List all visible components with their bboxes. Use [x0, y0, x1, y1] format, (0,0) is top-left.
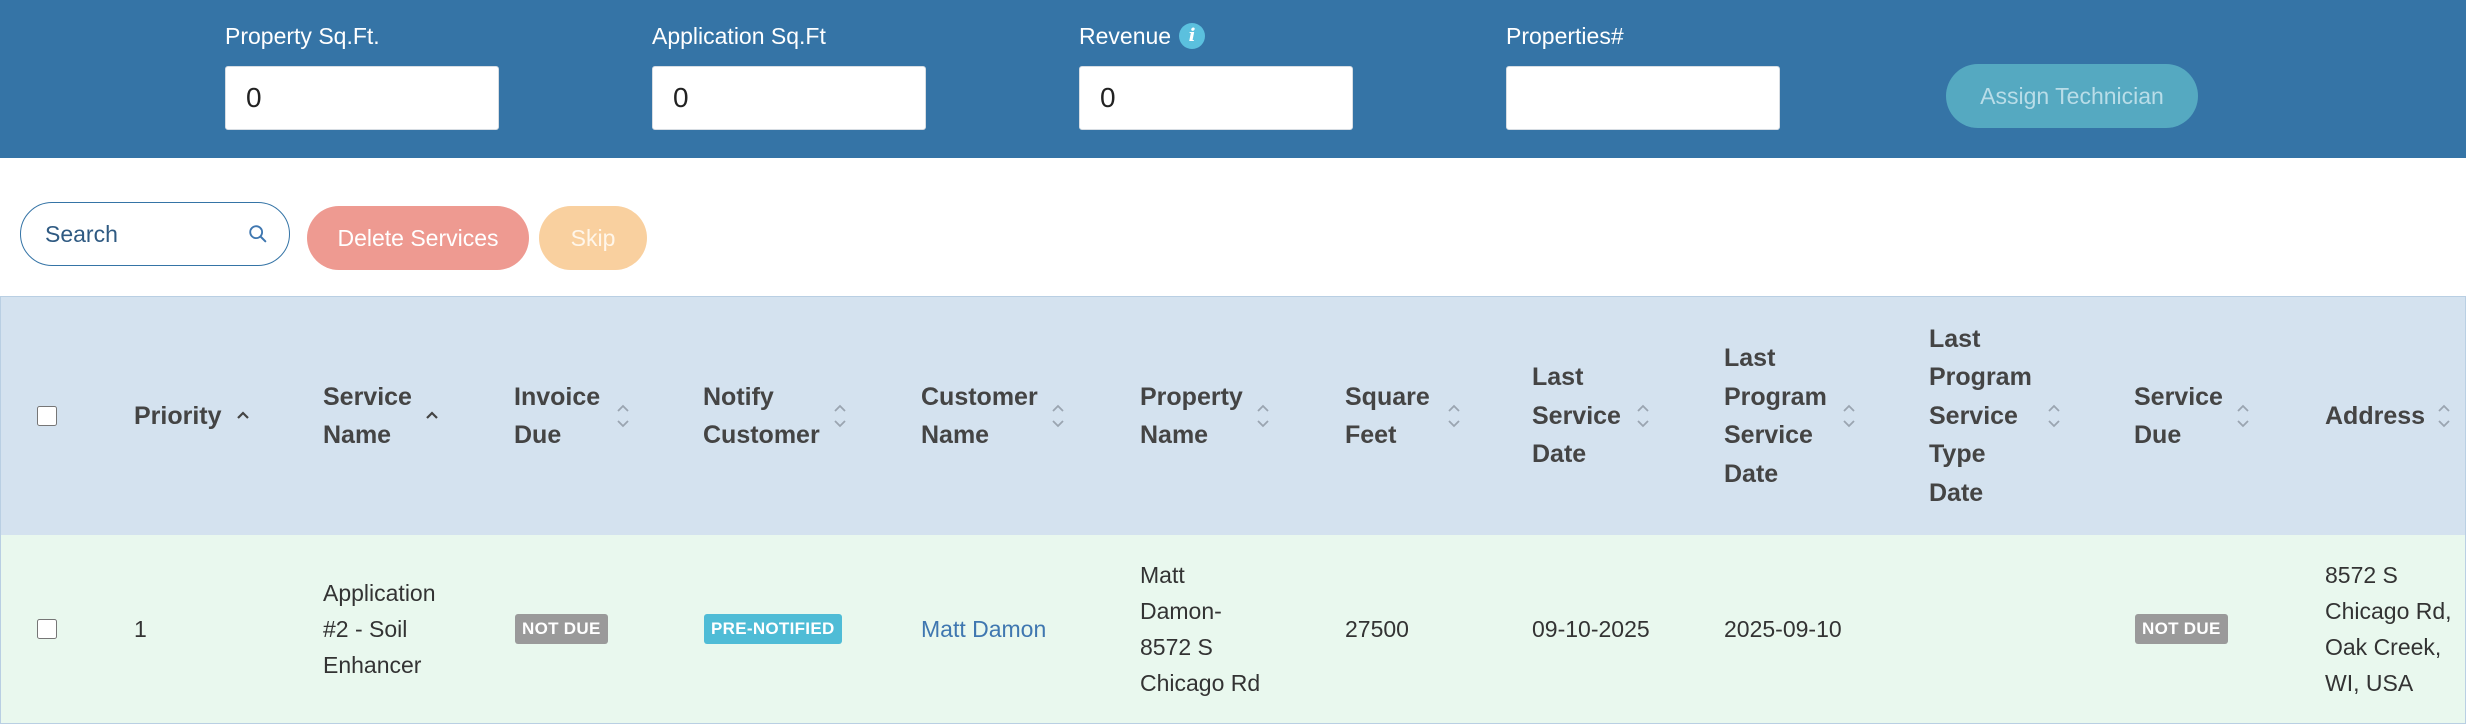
cell-square-feet: 27500	[1345, 535, 1409, 723]
sort-icon[interactable]	[1254, 400, 1272, 432]
sort-asc-icon[interactable]	[234, 400, 252, 432]
header-service-name[interactable]: Service Name	[323, 297, 473, 535]
sort-icon[interactable]	[614, 400, 632, 432]
revenue-label: Revenue	[1079, 23, 1172, 49]
sort-icon[interactable]	[2435, 400, 2453, 432]
header-last-service-date-label: Last Service Date	[1532, 363, 1621, 469]
cell-customer-name: Matt Damon	[921, 535, 1046, 723]
address-value: 8572 S Chicago Rd, Oak Creek, WI, USA	[2325, 562, 2452, 696]
service-due-badge: NOT DUE	[2135, 614, 2228, 644]
revenue-label-row: Revenue i	[1079, 20, 1206, 52]
sort-icon[interactable]	[1049, 400, 1067, 432]
cell-notify-customer: PRE-NOTIFIED	[704, 535, 842, 723]
properties-count-input[interactable]	[1506, 66, 1780, 130]
header-select-cell	[37, 297, 57, 535]
revenue-input[interactable]	[1079, 66, 1353, 130]
application-sqft-field: Application Sq.Ft	[652, 20, 926, 130]
header-property-name[interactable]: Property Name	[1140, 297, 1320, 535]
search-box	[20, 202, 290, 266]
service-name-value: Application #2 - Soil Enhancer	[323, 580, 436, 678]
info-icon[interactable]: i	[1179, 23, 1206, 49]
property-sqft-field: Property Sq.Ft.	[225, 20, 499, 130]
header-last-program-service-type-date[interactable]: Last Program Service Type Date	[1929, 297, 2109, 535]
header-invoice-due[interactable]: Invoice Due	[514, 297, 664, 535]
header-invoice-due-label: Invoice Due	[514, 382, 601, 450]
header-notify-customer-label: Notify Customer	[703, 382, 820, 450]
cell-last-service-date: 09-10-2025	[1532, 535, 1650, 723]
delete-services-button[interactable]: Delete Services	[307, 206, 529, 270]
header-priority[interactable]: Priority	[134, 297, 284, 535]
square-feet-value: 27500	[1345, 616, 1409, 642]
priority-value: 1	[134, 616, 147, 642]
revenue-field: Revenue i	[1079, 20, 1353, 130]
sort-icon[interactable]	[831, 400, 849, 432]
property-sqft-input[interactable]	[225, 66, 499, 130]
assign-technician-button[interactable]: Assign Technician	[1946, 64, 2198, 128]
property-name-value: Matt Damon- 8572 S Chicago Rd	[1140, 562, 1261, 696]
filter-bar: Property Sq.Ft. Application Sq.Ft Revenu…	[0, 0, 2466, 158]
sort-icon[interactable]	[1840, 400, 1858, 432]
header-last-service-date[interactable]: Last Service Date	[1532, 297, 1692, 535]
customer-name-link[interactable]: Matt Damon	[921, 616, 1046, 643]
property-sqft-label: Property Sq.Ft.	[225, 23, 380, 49]
sort-icon[interactable]	[1445, 400, 1463, 432]
cell-service-due: NOT DUE	[2135, 535, 2228, 723]
cell-invoice-due: NOT DUE	[515, 535, 608, 723]
search-icon[interactable]	[247, 221, 269, 247]
notify-status-badge: PRE-NOTIFIED	[704, 614, 842, 644]
skip-button[interactable]: Skip	[539, 206, 647, 270]
header-priority-label: Priority	[134, 401, 222, 430]
application-sqft-input[interactable]	[652, 66, 926, 130]
header-last-program-service-date-label: Last Program Service Date	[1724, 344, 1827, 488]
services-table: Priority Service Name Invoice Due Notify…	[0, 296, 2466, 724]
sort-icon[interactable]	[2045, 400, 2063, 432]
properties-count-label: Properties#	[1506, 23, 1624, 49]
row-select-cell	[37, 535, 57, 723]
select-all-checkbox[interactable]	[37, 406, 57, 426]
row-checkbox[interactable]	[37, 619, 57, 639]
header-square-feet-label: Square Feet	[1345, 382, 1430, 450]
application-sqft-label: Application Sq.Ft	[652, 23, 826, 49]
cell-property-name: Matt Damon- 8572 S Chicago Rd	[1140, 535, 1260, 723]
sort-icon[interactable]	[1634, 400, 1652, 432]
last-program-service-date-value: 2025-09-10	[1724, 616, 1842, 642]
last-service-date-value: 09-10-2025	[1532, 616, 1650, 642]
header-customer-name[interactable]: Customer Name	[921, 297, 1101, 535]
header-notify-customer[interactable]: Notify Customer	[703, 297, 883, 535]
header-address-label: Address	[2325, 401, 2426, 430]
header-property-name-label: Property Name	[1140, 382, 1243, 450]
table-header: Priority Service Name Invoice Due Notify…	[1, 297, 2465, 536]
sort-icon[interactable]	[2234, 400, 2252, 432]
sort-asc-icon[interactable]	[423, 400, 441, 432]
header-customer-name-label: Customer Name	[921, 382, 1038, 450]
header-last-program-service-type-date-label: Last Program Service Type Date	[1929, 324, 2032, 507]
header-last-program-service-date[interactable]: Last Program Service Date	[1724, 297, 1904, 535]
header-service-due-label: Service Due	[2134, 382, 2223, 450]
invoice-due-badge: NOT DUE	[515, 614, 608, 644]
properties-count-field: Properties#	[1506, 20, 1780, 130]
header-address[interactable]: Address	[2325, 297, 2465, 535]
table-row: 1 Application #2 - Soil Enhancer NOT DUE…	[1, 535, 2465, 723]
cell-service-name: Application #2 - Soil Enhancer	[323, 535, 436, 723]
header-square-feet[interactable]: Square Feet	[1345, 297, 1495, 535]
header-service-due[interactable]: Service Due	[2134, 297, 2274, 535]
cell-last-program-service-date: 2025-09-10	[1724, 535, 1842, 723]
search-input[interactable]	[43, 219, 247, 249]
header-service-name-label: Service Name	[323, 382, 412, 450]
cell-address: 8572 S Chicago Rd, Oak Creek, WI, USA	[2325, 535, 2452, 723]
cell-priority: 1	[134, 535, 147, 723]
